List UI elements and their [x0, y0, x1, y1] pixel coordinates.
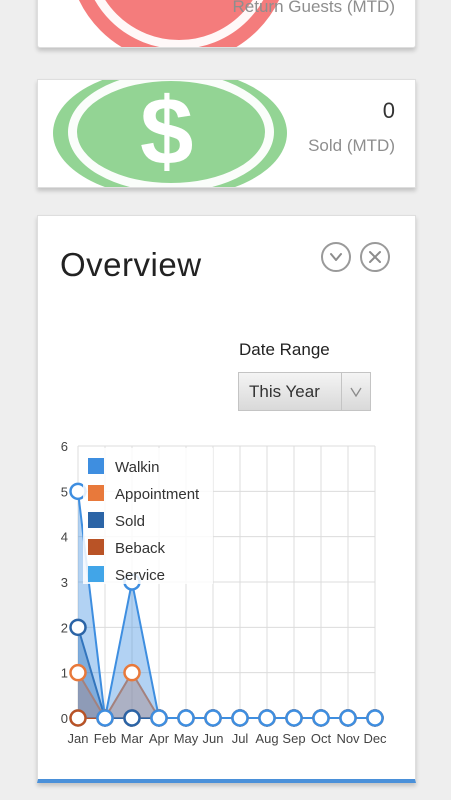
legend-swatch: [88, 566, 104, 582]
sold-label: Sold (MTD): [308, 136, 395, 155]
legend-label: Walkin: [115, 459, 159, 476]
y-tick-label: 4: [61, 530, 68, 545]
data-point: [312, 709, 330, 727]
x-tick-label: Aug: [255, 731, 278, 746]
date-range-select[interactable]: This Year: [238, 372, 371, 411]
legend-label: Service: [115, 567, 165, 584]
legend-swatch: [88, 512, 104, 528]
select-arrow-glyph: [350, 387, 362, 397]
legend-label: Sold: [115, 513, 145, 530]
data-point: [258, 709, 276, 727]
legend-swatch: [88, 458, 104, 474]
x-tick-label: Oct: [311, 731, 332, 746]
return-guests-card: Return Guests (MTD): [37, 0, 416, 48]
x-tick-label: Nov: [336, 731, 360, 746]
sold-card: $ 0 Sold (MTD): [37, 79, 416, 188]
x-tick-label: Sep: [282, 731, 305, 746]
legend-swatch: [88, 539, 104, 555]
y-tick-label: 3: [61, 575, 68, 590]
data-point: [285, 709, 303, 727]
close-button[interactable]: [360, 242, 390, 272]
x-tick-label: Dec: [363, 731, 387, 746]
y-tick-label: 6: [61, 439, 68, 454]
y-tick-label: 0: [61, 711, 68, 726]
data-point: [339, 709, 357, 727]
close-icon: [369, 251, 381, 263]
data-point: [123, 663, 141, 682]
x-tick-label: Jan: [68, 731, 89, 746]
legend-label: Appointment: [115, 486, 200, 503]
y-tick-label: 5: [61, 484, 68, 499]
data-point: [69, 618, 87, 637]
dollar-icon: $: [140, 79, 194, 185]
chevron-down-icon: [330, 253, 342, 261]
data-point: [366, 709, 384, 727]
data-point: [69, 663, 87, 682]
legend-label: Beback: [115, 540, 166, 557]
y-tick-label: 1: [61, 666, 68, 681]
overview-title: Overview: [60, 246, 202, 283]
x-tick-label: Feb: [94, 731, 116, 746]
data-point: [69, 709, 87, 727]
date-range-label: Date Range: [239, 340, 330, 359]
overview-chart: 0 1 2 3 4 5 6 Jan Feb Mar Apr May Jun Jul Aug Sep Oct Nov…: [61, 439, 387, 746]
x-tick-label: Mar: [121, 731, 144, 746]
y-tick-label: 2: [61, 620, 68, 635]
return-guests-label: Return Guests (MTD): [232, 0, 395, 16]
collapse-button[interactable]: [321, 242, 351, 272]
x-tick-label: Jun: [203, 731, 224, 746]
x-tick-label: May: [174, 731, 199, 746]
data-point: [204, 709, 222, 727]
data-point: [177, 709, 195, 727]
data-point: [231, 709, 249, 727]
triangle-down-icon[interactable]: [341, 373, 370, 410]
x-tick-label: Jul: [232, 731, 249, 746]
date-range-selected-value: This Year: [249, 382, 320, 401]
sold-value: 0: [382, 98, 395, 123]
data-point: [96, 709, 114, 727]
data-point: [150, 709, 168, 727]
data-point: [123, 709, 141, 727]
legend-swatch: [88, 485, 104, 501]
x-tick-label: Apr: [149, 731, 170, 746]
overview-card: Overview Date Range This Year 0 1 2 3 4 5 6 Jan…: [37, 215, 416, 783]
